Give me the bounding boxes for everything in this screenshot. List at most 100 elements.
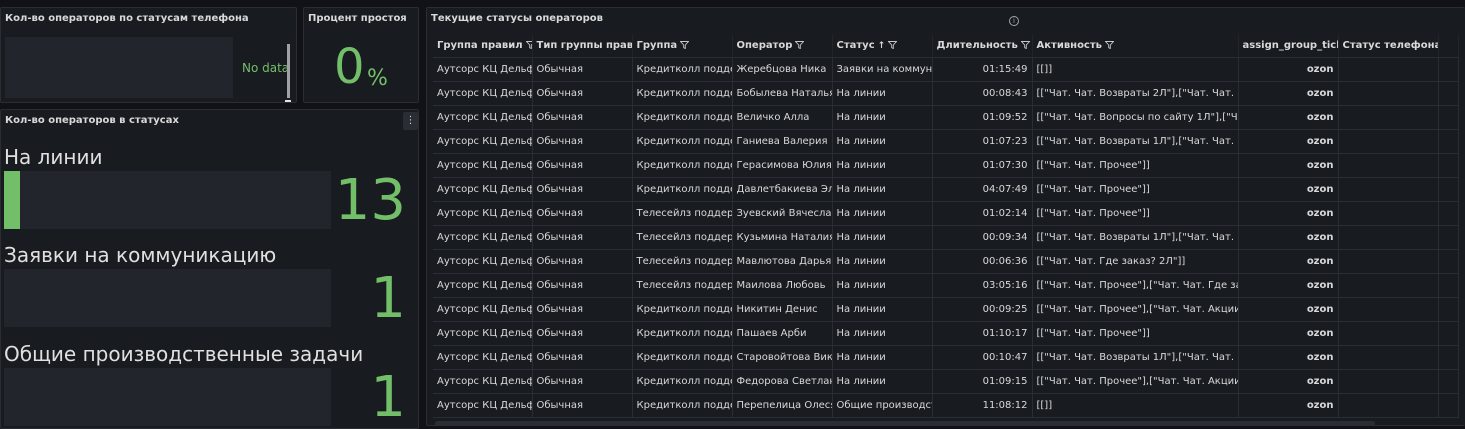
table-cell: На линии <box>832 81 933 106</box>
column-header[interactable]: Оператор <box>732 35 833 58</box>
column-header-spacer <box>1438 35 1459 58</box>
column-header[interactable]: Статус телефона <box>1338 35 1439 58</box>
table-cell: 01:02:14 <box>932 201 1033 226</box>
column-header[interactable]: Тип группы прав <box>532 35 633 58</box>
table-row[interactable]: Аутсорс КЦ ДельфинОбычнаяКредитколл подд… <box>433 105 1459 130</box>
table-cell: [["Чат. Чат. Прочее"]] <box>1032 153 1239 178</box>
info-icon[interactable]: i <box>1009 16 1019 26</box>
table-cell: ozon <box>1238 273 1339 298</box>
table-cell <box>1338 153 1439 178</box>
table-cell: На линии <box>832 201 933 226</box>
table-cell: Аутсорс КЦ Дельфин <box>433 297 533 322</box>
table-cell <box>1338 321 1439 346</box>
table-row[interactable]: Аутсорс КЦ ДельфинОбычнаяКредитколл подд… <box>433 393 1459 418</box>
column-header[interactable]: Активность <box>1032 35 1239 58</box>
column-header[interactable]: Статус ↑ <box>832 35 933 58</box>
table-cell: Давлетбакиева Эльмира <box>732 177 833 202</box>
table-cell: Кредитколл поддержка <box>632 321 733 346</box>
table-cell: На линии <box>832 321 933 346</box>
table-cell <box>1338 345 1439 370</box>
filter-icon[interactable] <box>525 41 531 50</box>
column-header-label: assign_group_ticl <box>1242 40 1338 52</box>
table-cell: На линии <box>832 105 933 130</box>
horizontal-scrollbar[interactable] <box>5 102 281 103</box>
table-row[interactable]: Аутсорс КЦ ДельфинОбычнаяКредитколл подд… <box>433 177 1459 202</box>
table-cell: [["Чат. Чат. Где заказ? 2Л"]] <box>1032 249 1239 274</box>
table-cell <box>1338 129 1439 154</box>
horizontal-scrollbar[interactable] <box>435 421 1375 425</box>
table-cell: Кредитколл поддержка <box>632 153 733 178</box>
table-cell: [["Чат. Чат. Прочее"],["Чат. Чат. Акции … <box>1032 369 1239 394</box>
table-cell <box>1338 201 1439 226</box>
gauge-track <box>4 171 331 229</box>
idle-percent-panel: Процент простоя 0 % <box>303 7 419 103</box>
table-cell: Аутсорс КЦ Дельфин <box>433 249 533 274</box>
table-row[interactable]: Аутсорс КЦ ДельфинОбычнаяТелесейлз подде… <box>433 201 1459 226</box>
table-row[interactable]: Аутсорс КЦ ДельфинОбычнаяКредитколл подд… <box>433 297 1459 322</box>
table-cell: На линии <box>832 369 933 394</box>
table-cell: [["Чат. Чат. Прочее"]] <box>1032 321 1239 346</box>
table-cell: 00:10:47 <box>932 345 1033 370</box>
gauge-track <box>4 269 331 327</box>
table-cell: Ганиева Валерия <box>732 129 833 154</box>
panel-title: Текущие статусы операторов <box>431 13 603 24</box>
table-cell: Аутсорс КЦ Дельфин <box>433 201 533 226</box>
table-cell: Кредитколл поддержка <box>632 297 733 322</box>
table-cell: 00:08:43 <box>932 81 1033 106</box>
table-cell: Обычная <box>532 249 633 274</box>
table-cell: ozon <box>1238 249 1339 274</box>
table-cell: На линии <box>832 297 933 322</box>
table-cell-spacer <box>1438 57 1459 82</box>
gauge-value: 13 <box>334 168 406 233</box>
table-cell-spacer <box>1438 393 1459 418</box>
column-header[interactable]: Группа правил <box>433 35 533 58</box>
table-cell: Кредитколл поддержка <box>632 81 733 106</box>
table-row[interactable]: Аутсорс КЦ ДельфинОбычнаяКредитколл подд… <box>433 369 1459 394</box>
table-cell: Обычная <box>532 153 633 178</box>
phone-status-panel: Кол-во операторов по статусам телефона N… <box>0 7 297 103</box>
sort-ascending-icon[interactable]: ↑ <box>878 41 886 51</box>
table-row[interactable]: Аутсорс КЦ ДельфинОбычнаяТелесейлз подде… <box>433 273 1459 298</box>
table-row[interactable]: Аутсорс КЦ ДельфинОбычнаяКредитколл подд… <box>433 81 1459 106</box>
table-cell: Аутсорс КЦ Дельфин <box>433 393 533 418</box>
table-cell: Кредитколл поддержка <box>632 57 733 82</box>
table-cell: Аутсорс КЦ Дельфин <box>433 153 533 178</box>
filter-icon[interactable] <box>679 41 690 50</box>
table-cell: ozon <box>1238 369 1339 394</box>
table-cell: Кредитколл поддержка <box>632 345 733 370</box>
status-counts-panel: Кол-во операторов в статусах ⋮ На линии … <box>0 109 419 429</box>
table-cell: ozon <box>1238 81 1339 106</box>
filter-icon[interactable] <box>794 41 805 50</box>
table-row[interactable]: Аутсорс КЦ ДельфинОбычнаяКредитколл подд… <box>433 57 1459 82</box>
table-row[interactable]: Аутсорс КЦ ДельфинОбычнаяТелесейлз подде… <box>433 225 1459 250</box>
table-cell <box>1338 369 1439 394</box>
menu-icon[interactable]: ⋮ <box>403 112 418 130</box>
table-cell: Обычная <box>532 297 633 322</box>
panel-title: Процент простоя <box>308 13 407 24</box>
table-cell: ozon <box>1238 321 1339 346</box>
resize-handle[interactable] <box>285 100 291 102</box>
table-cell: На линии <box>832 249 933 274</box>
table-row[interactable]: Аутсорс КЦ ДельфинОбычнаяКредитколл подд… <box>433 153 1459 178</box>
table-body: Аутсорс КЦ ДельфинОбычнаяКредитколл подд… <box>433 57 1459 418</box>
gauge-value: 1 <box>370 266 406 331</box>
no-data-label: No data <box>242 61 290 75</box>
table-cell: 00:06:36 <box>932 249 1033 274</box>
column-header[interactable]: Группа <box>632 35 733 58</box>
filter-icon[interactable] <box>1020 41 1031 50</box>
filter-icon[interactable] <box>1104 41 1115 50</box>
table-cell: Обычная <box>532 369 633 394</box>
table-cell: ozon <box>1238 297 1339 322</box>
table-cell: Кредитколл поддержка <box>632 177 733 202</box>
table-cell: Аутсорс КЦ Дельфин <box>433 369 533 394</box>
filter-icon[interactable] <box>887 41 898 50</box>
column-header[interactable]: assign_group_ticl <box>1238 35 1339 58</box>
table-row[interactable]: Аутсорс КЦ ДельфинОбычнаяТелесейлз подде… <box>433 249 1459 274</box>
table-row[interactable]: Аутсорс КЦ ДельфинОбычнаяКредитколл подд… <box>433 129 1459 154</box>
table-cell: Телесейлз поддержка <box>632 273 733 298</box>
column-header[interactable]: Длительность <box>932 35 1033 58</box>
table-row[interactable]: Аутсорс КЦ ДельфинОбычнаяКредитколл подд… <box>433 321 1459 346</box>
vertical-scrollbar[interactable] <box>287 44 290 98</box>
table-cell: Заявки на коммуникацию <box>832 57 933 82</box>
table-row[interactable]: Аутсорс КЦ ДельфинОбычнаяКредитколл подд… <box>433 345 1459 370</box>
